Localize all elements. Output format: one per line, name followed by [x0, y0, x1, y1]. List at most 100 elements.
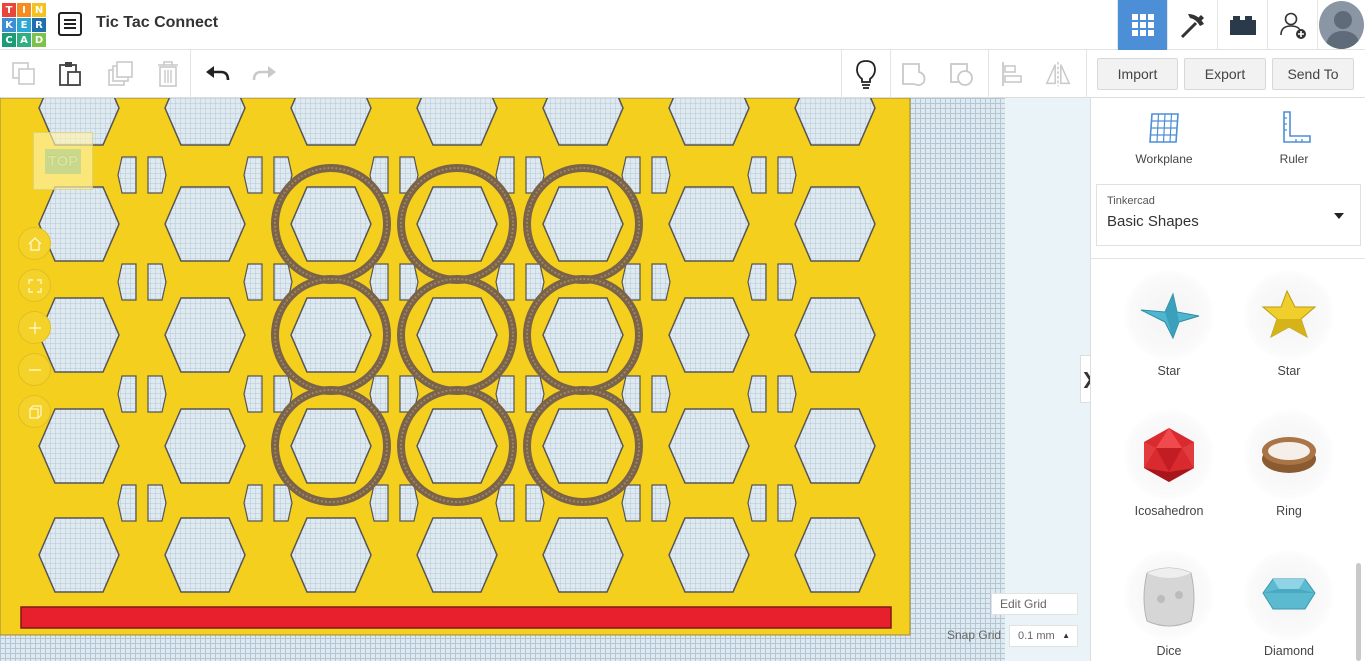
minus-icon: [28, 368, 41, 371]
hex-cutout: [542, 186, 624, 262]
view-cube-label: TOP: [44, 148, 82, 174]
3d-design-view-button[interactable]: [1117, 0, 1167, 50]
logo-letter: E: [17, 18, 31, 32]
shape-ring[interactable]: Ring: [1234, 410, 1344, 518]
group-icon: [902, 63, 926, 87]
library-name: Basic Shapes: [1107, 213, 1199, 230]
hex-cutout: [542, 297, 624, 373]
slot-cutout: [243, 484, 263, 522]
shape-star-blue[interactable]: Star: [1114, 270, 1224, 378]
add-user-icon: [1279, 12, 1306, 39]
perspective-button[interactable]: [18, 395, 51, 428]
export-button[interactable]: Export: [1184, 58, 1266, 90]
hex-cutout: [416, 186, 498, 262]
ruler-tool[interactable]: Ruler: [1249, 110, 1339, 166]
grid-icon: [1131, 14, 1154, 36]
shape-star-yellow[interactable]: Star: [1234, 270, 1344, 378]
shape-label: Star: [1277, 364, 1301, 378]
mirror-button[interactable]: [1044, 60, 1072, 88]
shape-dice[interactable]: Dice: [1114, 550, 1224, 658]
minecraft-view-button[interactable]: [1167, 0, 1217, 50]
zoom-out-button[interactable]: [18, 353, 51, 386]
design-list-icon[interactable]: [58, 12, 82, 36]
shape-diamond[interactable]: Diamond: [1234, 550, 1344, 658]
ungroup-button[interactable]: [948, 60, 976, 88]
profile-button[interactable]: [1317, 0, 1365, 50]
perspective-icon: [28, 404, 42, 419]
panel-scrollbar[interactable]: [1356, 563, 1361, 661]
home-view-button[interactable]: [18, 227, 51, 260]
snap-grid-select[interactable]: 0.1 mm ▲: [1009, 625, 1078, 647]
hex-cutout: [542, 408, 624, 484]
shape-icosahedron[interactable]: Icosahedron: [1114, 410, 1224, 518]
mirror-icon: [1045, 61, 1071, 87]
send-to-button[interactable]: Send To: [1272, 58, 1354, 90]
tinkercad-logo[interactable]: TIN KER CAD: [2, 3, 46, 47]
shape-label: Ring: [1276, 504, 1302, 518]
undo-button[interactable]: [204, 60, 232, 88]
import-button[interactable]: Import: [1097, 58, 1178, 90]
shape-label: Dice: [1156, 644, 1182, 658]
align-button[interactable]: [998, 60, 1026, 88]
workplane-label: Workplane: [1135, 152, 1193, 166]
design-title[interactable]: Tic Tac Connect: [96, 14, 218, 32]
duplicate-button[interactable]: [106, 60, 134, 88]
shapes-panel: Workplane Ruler Tinkercad Basic Shapes S…: [1090, 98, 1365, 661]
avatar: [1319, 1, 1364, 49]
slot-cutout: [495, 484, 515, 522]
hex-cutout: [38, 517, 120, 593]
hex-cutout: [668, 297, 750, 373]
hex-cutout: [794, 517, 876, 593]
delete-button[interactable]: [154, 60, 182, 88]
logo-letter: C: [2, 33, 16, 47]
undo-icon: [206, 66, 230, 81]
design-board[interactable]: [0, 98, 911, 636]
zoom-in-button[interactable]: [18, 311, 51, 344]
workplane-tool[interactable]: Workplane: [1119, 110, 1209, 166]
slot-cutout: [117, 263, 137, 301]
workplane-canvas[interactable]: TOP Edit Grid Snap Grid 0.1 mm ▲: [0, 98, 1090, 661]
plus-icon: [28, 321, 41, 334]
copy-button[interactable]: [10, 60, 38, 88]
hex-cutout: [668, 517, 750, 593]
shape-label: Icosahedron: [1134, 504, 1204, 518]
dropdown-arrow-icon: [1334, 213, 1344, 219]
slot-cutout: [243, 156, 263, 194]
slot-cutout: [243, 375, 263, 413]
view-cube[interactable]: TOP: [33, 132, 93, 190]
lightbulb-icon: [856, 60, 876, 89]
hex-cutout: [794, 186, 876, 262]
slot-cutout: [747, 263, 767, 301]
logo-letter: K: [2, 18, 16, 32]
notes-button[interactable]: [852, 60, 880, 89]
edit-grid-button[interactable]: Edit Grid: [991, 593, 1078, 615]
brick-view-button[interactable]: [1217, 0, 1267, 50]
workplane-icon: [1149, 113, 1179, 143]
hex-cutout: [290, 186, 372, 262]
slot-cutout: [117, 484, 137, 522]
redo-icon: [252, 66, 276, 81]
slot-cutout: [651, 263, 671, 301]
hex-cutout: [164, 517, 246, 593]
shape-label: Diamond: [1263, 644, 1315, 658]
paste-button[interactable]: [56, 60, 84, 88]
slot-cutout: [243, 263, 263, 301]
invite-user-button[interactable]: [1267, 0, 1317, 50]
slot-cutout: [147, 375, 167, 413]
logo-letter: I: [17, 3, 31, 17]
hex-cutout: [542, 517, 624, 593]
shape-library-select[interactable]: Tinkercad Basic Shapes: [1096, 184, 1361, 246]
hex-cutout: [668, 408, 750, 484]
fit-view-button[interactable]: [18, 269, 51, 302]
hex-cutout: [290, 408, 372, 484]
group-button[interactable]: [900, 60, 928, 88]
redo-button[interactable]: [250, 60, 278, 88]
logo-letter: N: [32, 3, 46, 17]
slot-cutout: [777, 263, 797, 301]
slot-cutout: [117, 375, 137, 413]
hex-cutout: [38, 408, 120, 484]
ruler-label: Ruler: [1279, 152, 1309, 166]
slot-cutout: [747, 375, 767, 413]
slot-cutout: [777, 484, 797, 522]
hex-cutout: [290, 517, 372, 593]
